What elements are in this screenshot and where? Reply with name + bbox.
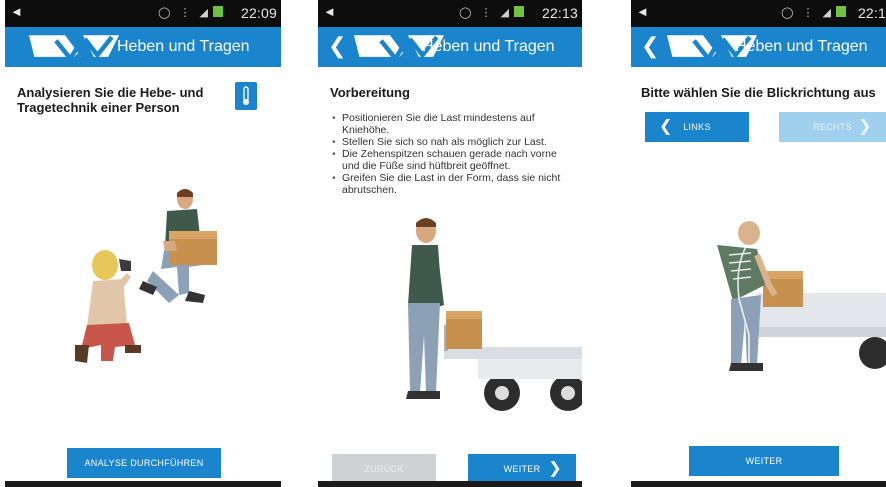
battery-icon	[836, 6, 846, 17]
left-direction-button[interactable]: ❮ LINKS	[645, 112, 749, 142]
speaker-icon: ◄	[636, 4, 649, 19]
status-time: 22:1	[857, 5, 886, 21]
phone-screen-2: ◄ ◯ ⋮ ◢ 22:13 ❮ Heben und Tragen Vorbere…	[318, 0, 582, 487]
status-bar: ◄ ◯ ⋮ ◢ 22:13	[318, 0, 582, 27]
analyse-button[interactable]: ANALYSE DURCHFÜHREN	[67, 448, 221, 478]
status-bar: ◄ ◯ ⋮ ◢ 22:1	[631, 0, 886, 27]
app-bar: Heben und Tragen	[5, 27, 281, 67]
chevron-right-icon: ❯	[548, 460, 562, 477]
chevron-left-icon: ❮	[659, 118, 673, 135]
list-item: Stellen Sie sich so nah als möglich zur …	[330, 136, 570, 148]
app-title: Heben und Tragen	[117, 38, 250, 55]
info-button[interactable]	[235, 82, 257, 110]
next-button[interactable]: WEITER ❯	[468, 454, 576, 484]
avv-logo-icon	[29, 35, 119, 62]
bottom-edge	[631, 481, 886, 487]
bottom-edge	[5, 481, 281, 487]
list-item: Die Zehenspitzen schauen gerade nach vor…	[330, 148, 570, 172]
thermometer-info-icon	[243, 86, 249, 105]
illustration-preparation	[406, 218, 582, 411]
status-bar: ◄ ◯ ⋮ ◢ 22:09	[5, 0, 281, 27]
battery-icon	[213, 6, 223, 17]
signal-icons: ◯ ⋮ ◢	[459, 6, 524, 19]
page-title: Analysieren Sie die Hebe- und Tragetechn…	[17, 85, 204, 115]
signal-icons: ◯ ⋮ ◢	[158, 6, 223, 19]
page-title: Bitte wählen Sie die Blickrichtung aus	[641, 85, 876, 100]
back-button[interactable]: ZURÜCK	[332, 454, 436, 484]
status-time: 22:09	[240, 5, 277, 21]
list-item: Positionieren Sie die Last mindestens au…	[330, 112, 570, 136]
battery-icon	[514, 6, 524, 17]
phone-screen-1: ◄ ◯ ⋮ ◢ 22:09 Heben und Tragen Analysier…	[5, 0, 281, 487]
back-arrow-icon[interactable]: ❮	[328, 34, 348, 58]
back-arrow-icon[interactable]: ❮	[641, 34, 661, 58]
status-time: 22:13	[541, 5, 578, 21]
illustration-analysis	[75, 189, 217, 363]
chevron-right-icon: ❯	[858, 118, 872, 135]
app-bar: ❮ Heben und Tragen	[318, 27, 582, 67]
next-button[interactable]: WEITER	[689, 446, 839, 476]
speaker-icon: ◄	[323, 4, 336, 19]
section-title: Vorbereitung	[330, 85, 410, 100]
app-title: Heben und Tragen	[422, 38, 555, 55]
right-direction-button[interactable]: RECHTS ❯	[779, 112, 886, 142]
phone-screen-3: ◄ ◯ ⋮ ◢ 22:1 ❮ Heben und Tragen Bitte wä…	[631, 0, 886, 487]
list-item: Greifen Sie die Last in der Form, dass s…	[330, 172, 570, 196]
signal-icons: ◯ ⋮ ◢	[781, 6, 846, 19]
app-bar: ❮ Heben und Tragen	[631, 27, 886, 67]
speaker-icon: ◄	[10, 4, 23, 19]
app-title: Heben und Tragen	[735, 38, 868, 55]
instruction-list: Positionieren Sie die Last mindestens au…	[330, 112, 570, 196]
illustration-view-direction	[717, 221, 886, 371]
bottom-edge	[318, 481, 582, 487]
